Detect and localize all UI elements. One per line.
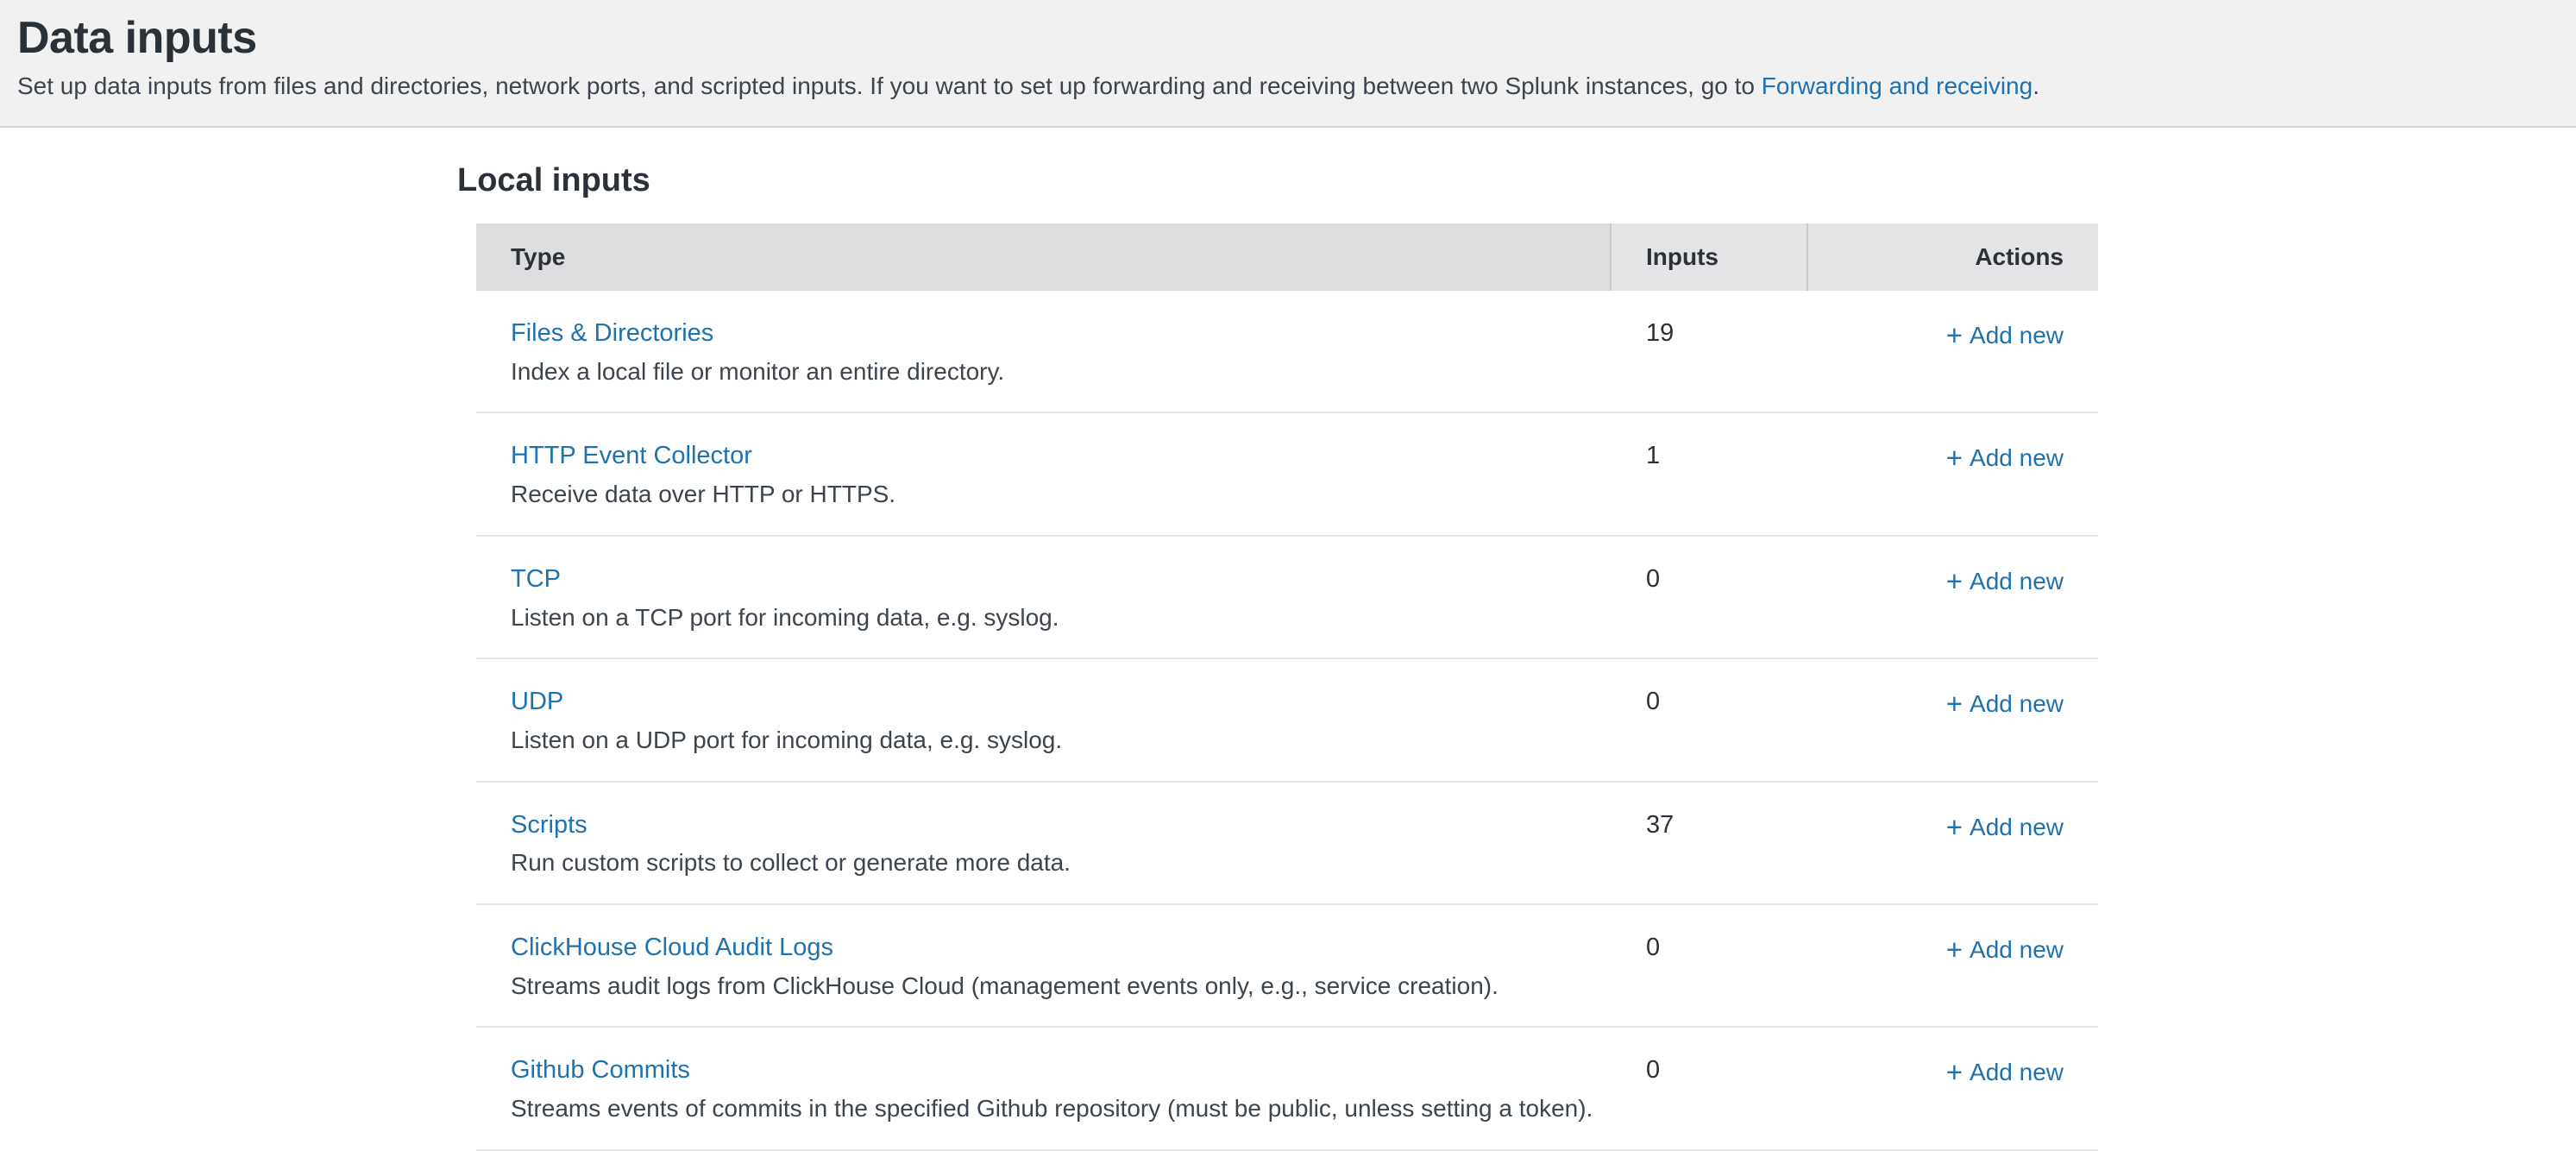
plus-icon: +: [1946, 565, 1963, 597]
add-new-label: Add new: [1970, 690, 2064, 717]
table-row: ClickHouse Cloud Audit Logs Streams audi…: [476, 905, 2098, 1028]
inputs-count: 0: [1612, 687, 1808, 754]
add-new-link[interactable]: + Add new: [1946, 322, 2064, 349]
actions-cell: + Add new: [1808, 1055, 2098, 1123]
table-row: TCP Listen on a TCP port for incoming da…: [476, 537, 2098, 659]
type-cell: Scripts Run custom scripts to collect or…: [476, 810, 1612, 877]
input-type-description: Run custom scripts to collect or generat…: [511, 848, 1612, 877]
input-type-link[interactable]: TCP: [511, 565, 561, 593]
add-new-link[interactable]: + Add new: [1946, 690, 2064, 717]
add-new-link[interactable]: + Add new: [1946, 936, 2064, 963]
column-header-actions: Actions: [1808, 223, 2098, 291]
local-inputs-heading: Local inputs: [457, 162, 2576, 199]
table-row: Github Commits Streams events of commits…: [476, 1028, 2098, 1150]
content-area: Local inputs Type Inputs Actions Files &…: [0, 128, 2576, 1151]
page-header: Data inputs Set up data inputs from file…: [0, 0, 2576, 128]
actions-cell: + Add new: [1808, 810, 2098, 877]
add-new-label: Add new: [1970, 322, 2064, 349]
input-type-description: Index a local file or monitor an entire …: [511, 357, 1612, 387]
add-new-label: Add new: [1970, 444, 2064, 471]
table-row: HTTP Event Collector Receive data over H…: [476, 413, 2098, 536]
table-row: Files & Directories Index a local file o…: [476, 291, 2098, 413]
page-subtitle-period: .: [2033, 72, 2039, 99]
table-header-row: Type Inputs Actions: [476, 223, 2098, 291]
plus-icon: +: [1946, 1056, 1963, 1088]
input-type-link[interactable]: HTTP Event Collector: [511, 442, 752, 469]
add-new-label: Add new: [1970, 1059, 2064, 1085]
type-cell: TCP Listen on a TCP port for incoming da…: [476, 564, 1612, 632]
plus-icon: +: [1946, 688, 1963, 720]
page-subtitle: Set up data inputs from files and direct…: [17, 72, 2541, 100]
input-type-link[interactable]: Files & Directories: [511, 319, 713, 347]
add-new-label: Add new: [1970, 568, 2064, 594]
actions-cell: + Add new: [1808, 441, 2098, 508]
actions-cell: + Add new: [1808, 687, 2098, 754]
table-row: UDP Listen on a UDP port for incoming da…: [476, 659, 2098, 782]
actions-cell: + Add new: [1808, 564, 2098, 632]
add-new-link[interactable]: + Add new: [1946, 814, 2064, 840]
plus-icon: +: [1946, 442, 1963, 474]
input-type-link[interactable]: ClickHouse Cloud Audit Logs: [511, 934, 833, 961]
add-new-link[interactable]: + Add new: [1946, 1059, 2064, 1085]
input-type-description: Receive data over HTTP or HTTPS.: [511, 480, 1612, 509]
local-inputs-table: Type Inputs Actions Files & Directories …: [476, 223, 2098, 1151]
input-type-description: Listen on a TCP port for incoming data, …: [511, 603, 1612, 632]
plus-icon: +: [1946, 319, 1963, 351]
actions-cell: + Add new: [1808, 933, 2098, 1000]
type-cell: Files & Directories Index a local file o…: [476, 318, 1612, 386]
input-type-link[interactable]: Scripts: [511, 811, 587, 839]
type-cell: UDP Listen on a UDP port for incoming da…: [476, 687, 1612, 754]
input-type-description: Streams audit logs from ClickHouse Cloud…: [511, 972, 1612, 1001]
inputs-count: 1: [1612, 441, 1808, 508]
plus-icon: +: [1946, 811, 1963, 843]
column-header-type[interactable]: Type: [476, 223, 1612, 291]
inputs-count: 0: [1612, 564, 1808, 632]
data-inputs-page: Data inputs Set up data inputs from file…: [0, 0, 2576, 1151]
actions-cell: + Add new: [1808, 318, 2098, 386]
type-cell: HTTP Event Collector Receive data over H…: [476, 441, 1612, 508]
inputs-count: 0: [1612, 933, 1808, 1000]
add-new-label: Add new: [1970, 814, 2064, 840]
add-new-link[interactable]: + Add new: [1946, 444, 2064, 471]
add-new-label: Add new: [1970, 936, 2064, 963]
type-cell: ClickHouse Cloud Audit Logs Streams audi…: [476, 933, 1612, 1000]
type-cell: Github Commits Streams events of commits…: [476, 1055, 1612, 1123]
inputs-count: 19: [1612, 318, 1808, 386]
input-type-link[interactable]: UDP: [511, 688, 563, 715]
inputs-count: 37: [1612, 810, 1808, 877]
input-type-description: Listen on a UDP port for incoming data, …: [511, 726, 1612, 755]
page-subtitle-text: Set up data inputs from files and direct…: [17, 72, 1762, 99]
table-row: Scripts Run custom scripts to collect or…: [476, 783, 2098, 905]
page-title: Data inputs: [17, 12, 2541, 64]
plus-icon: +: [1946, 934, 1963, 965]
input-type-description: Streams events of commits in the specifi…: [511, 1094, 1612, 1123]
add-new-link[interactable]: + Add new: [1946, 568, 2064, 594]
forwarding-and-receiving-link[interactable]: Forwarding and receiving: [1762, 72, 2033, 99]
input-type-link[interactable]: Github Commits: [511, 1056, 690, 1084]
inputs-count: 0: [1612, 1055, 1808, 1123]
column-header-inputs: Inputs: [1612, 223, 1808, 291]
